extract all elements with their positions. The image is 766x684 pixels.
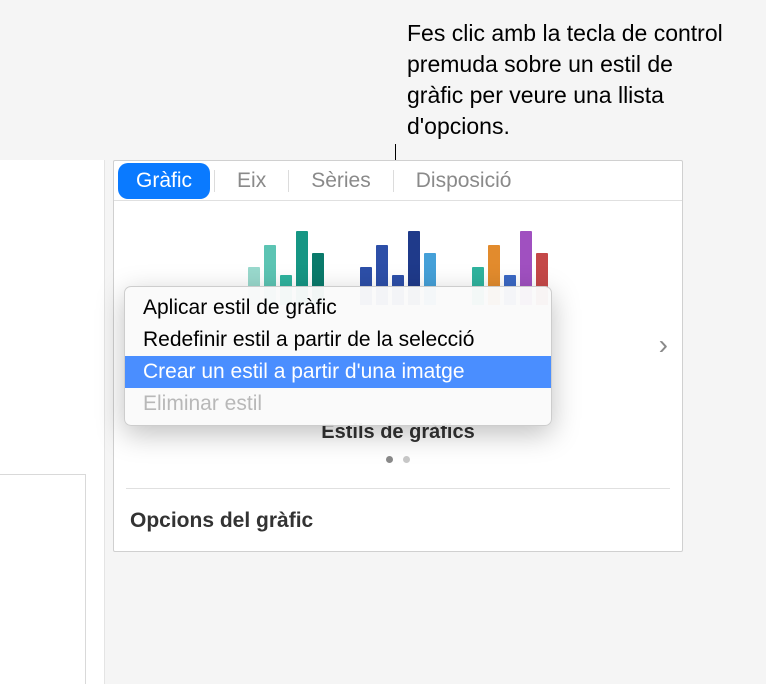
- context-menu: Aplicar estil de gràfic Redefinir estil …: [124, 286, 552, 426]
- callout-text: Fes clic amb la tecla de control premuda…: [407, 18, 727, 142]
- tab-bar: Gràfic Eix Sèries Disposició: [114, 161, 682, 201]
- tab-separator: [214, 170, 215, 192]
- menu-item-delete-style: Eliminar estil: [125, 388, 551, 420]
- pagination-dots: [124, 450, 672, 468]
- document-corner: [0, 474, 86, 684]
- next-styles-arrow-icon[interactable]: ›: [651, 321, 676, 369]
- tab-grafic[interactable]: Gràfic: [118, 163, 210, 199]
- chart-styles-area: › Aplicar estil de gràfic Redefinir esti…: [114, 201, 682, 488]
- page-dot-2[interactable]: [403, 456, 410, 463]
- menu-item-apply-style[interactable]: Aplicar estil de gràfic: [125, 292, 551, 324]
- page-dot-1[interactable]: [386, 456, 393, 463]
- tab-separator: [393, 170, 394, 192]
- tab-disposicio[interactable]: Disposició: [398, 163, 530, 199]
- menu-item-create-from-image[interactable]: Crear un estil a partir d'una imatge: [125, 356, 551, 388]
- tab-separator: [288, 170, 289, 192]
- tab-series[interactable]: Sèries: [293, 163, 389, 199]
- format-sidebar-panel: Gràfic Eix Sèries Disposició: [113, 160, 683, 552]
- tab-eix[interactable]: Eix: [219, 163, 284, 199]
- chart-options-title: Opcions del gràfic: [114, 489, 682, 551]
- menu-item-redefine-style[interactable]: Redefinir estil a partir de la selecció: [125, 324, 551, 356]
